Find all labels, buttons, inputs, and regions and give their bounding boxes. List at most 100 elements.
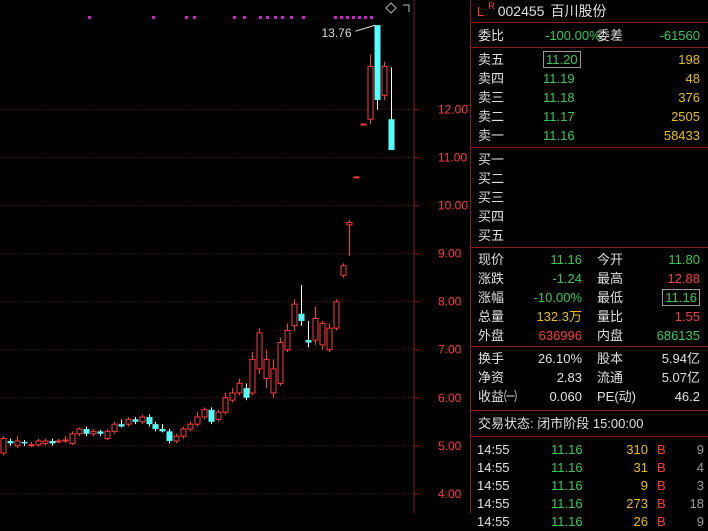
candle-body — [187, 423, 194, 430]
candle-body — [42, 440, 49, 444]
trade-price: 11.16 — [551, 478, 583, 493]
candle-body — [236, 382, 243, 394]
trade-price: 11.16 — [551, 496, 583, 511]
candle-body — [146, 416, 153, 425]
candle-body — [111, 423, 118, 432]
quote-row: 涨跌 -1.24 最高 12.88 — [471, 269, 708, 288]
trade-row: 14:55 11.16 9 B 3 — [471, 477, 708, 495]
candle-body — [159, 428, 166, 432]
candle-body — [35, 440, 42, 446]
y-tick-label: 7.00 — [438, 343, 462, 357]
candle-body — [222, 397, 229, 413]
quote-label: 外盘 — [478, 328, 505, 343]
trade-side: B — [657, 514, 666, 529]
trade-volume: 310 — [626, 442, 648, 457]
trade-side: B — [657, 442, 666, 457]
sell-level-label: 卖四 — [478, 71, 505, 86]
quote-value: 11.80 — [668, 252, 700, 267]
signal-dot — [243, 16, 246, 19]
kline-chart[interactable]: 12.00 11.00 10.00 9.00 8.00 7.00 6.00 5.00 4.00 1… — [0, 0, 470, 513]
trade-list[interactable]: 14:55 11.16 310 B 9 14:55 11.16 31 B 4 14:55 11.16 9… — [471, 441, 708, 531]
quote-value: 12.88 — [667, 271, 700, 286]
quote-row: 外盘 636996 内盘 686135 — [471, 326, 708, 345]
candle-body — [263, 358, 270, 380]
sell-level-volume: 48 — [685, 71, 700, 86]
trade-time: 14:55 — [477, 460, 510, 475]
candle-body — [7, 440, 14, 444]
signal-dot — [364, 16, 367, 19]
buy-level-row: 买五 — [471, 226, 708, 245]
candle-body — [388, 119, 395, 150]
stock-code: 002455 — [497, 3, 545, 19]
trade-price: 11.16 — [551, 442, 583, 457]
trade-row: 14:55 11.16 310 B 9 — [471, 441, 708, 459]
signal-dot — [274, 16, 277, 19]
fund-row: 净资 2.83 流通 5.07亿 — [471, 368, 708, 387]
sell-level-volume: 376 — [678, 90, 700, 105]
trade-price: 11.16 — [551, 514, 583, 529]
candle-body — [326, 327, 333, 351]
candle-body — [139, 416, 146, 423]
quote-label: 涨跌 — [478, 271, 505, 286]
quote-label: 最低 — [597, 290, 624, 305]
signal-dot — [358, 16, 361, 19]
trade-side: B — [657, 496, 666, 511]
candle-body — [277, 342, 284, 384]
candle-body — [291, 303, 298, 327]
fund-label: 流通 — [597, 370, 624, 385]
buy-level-row: 买一 — [471, 150, 708, 169]
fund-label: 净资 — [478, 370, 505, 385]
weibi-label: 委比 — [478, 28, 505, 43]
signal-dot — [233, 16, 236, 19]
trade-row: 14:55 11.16 273 B 18 — [471, 495, 708, 513]
sell-level-label: 卖三 — [478, 90, 505, 105]
quote-label: 现价 — [478, 252, 505, 267]
trade-price: 11.16 — [551, 460, 583, 475]
trade-time: 14:55 — [477, 478, 510, 493]
quote-value: 132.3万 — [536, 309, 582, 324]
buy-level-row: 买二 — [471, 169, 708, 188]
candle-body — [346, 221, 353, 226]
candle-body — [340, 265, 347, 276]
sell-level-label: 卖一 — [478, 128, 505, 143]
sell-level-price: 11.19 — [543, 71, 575, 86]
trade-status: 交易状态: 闭市阶段 15:00:00 — [478, 416, 644, 431]
quote-value: 636996 — [538, 328, 582, 343]
sell-level-price: 11.18 — [543, 90, 575, 105]
quote-label: 内盘 — [597, 328, 624, 343]
signal-dot — [259, 16, 262, 19]
quote-value: -10.00% — [533, 290, 582, 305]
candle-body — [256, 332, 263, 370]
fund-value: 5.94亿 — [661, 351, 700, 366]
candle-body — [333, 301, 340, 329]
diamond-icon — [385, 2, 397, 14]
flag-l: L — [477, 3, 485, 19]
quote-value: 1.55 — [674, 309, 700, 324]
candle-body — [270, 368, 277, 394]
high-annotation-line — [355, 24, 376, 32]
signal-dot — [185, 16, 188, 19]
candle-body — [83, 428, 90, 434]
candle-body — [180, 428, 187, 437]
quote-label: 量比 — [597, 309, 624, 324]
candle-body — [118, 424, 125, 427]
candle-body — [14, 440, 21, 447]
signal-dot — [290, 16, 293, 19]
buy-level-row: 买四 — [471, 207, 708, 226]
candle-body — [249, 358, 256, 394]
candle-body — [215, 411, 222, 420]
candle-body — [69, 433, 76, 444]
y-tick-label: 8.00 — [438, 295, 462, 309]
trade-time: 14:55 — [477, 496, 510, 511]
candle-body — [194, 416, 201, 425]
candle-body — [367, 65, 374, 120]
trade-row: 14:55 11.16 31 B 4 — [471, 459, 708, 477]
candle-body — [97, 431, 104, 434]
trade-count: 18 — [689, 496, 704, 511]
signal-dot — [152, 16, 155, 19]
signal-dot — [352, 16, 355, 19]
candle-body — [201, 409, 208, 418]
candle-body — [90, 430, 97, 435]
signal-dot — [334, 16, 337, 19]
candle-body — [353, 176, 360, 179]
